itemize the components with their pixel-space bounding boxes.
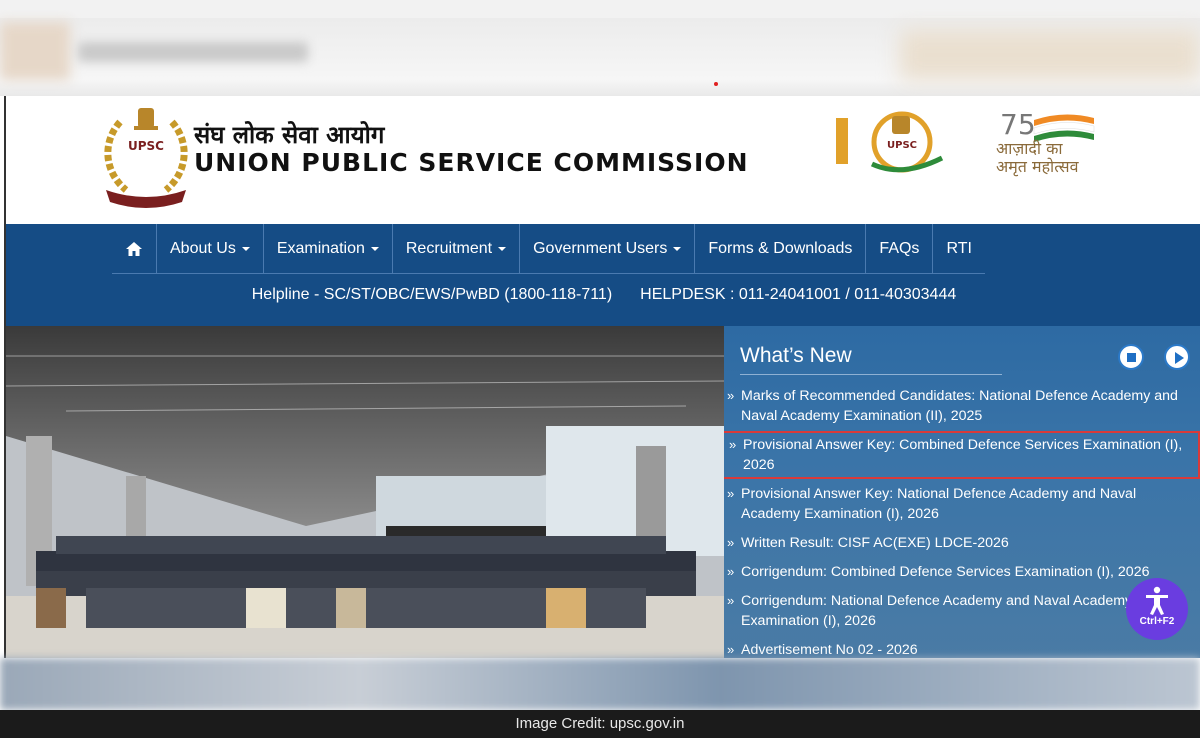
nav-rti[interactable]: RTI xyxy=(933,224,984,274)
nav-government-users[interactable]: Government Users xyxy=(520,224,696,274)
helpdesk-text: HELPDESK : 011-24041001 / 011-40303444 xyxy=(640,286,957,303)
helpline-row: Helpline - SC/ST/OBC/EWS/PwBD (1800-118-… xyxy=(6,286,1200,304)
news-item[interactable]: Corrigendum: Combined Defence Services E… xyxy=(724,562,1200,582)
blurred-title xyxy=(78,42,308,62)
caret-down-icon xyxy=(241,247,250,251)
caret-down-icon xyxy=(673,247,682,251)
amrit-line-2: अमृत महोत्सव xyxy=(996,157,1079,176)
red-dot xyxy=(714,82,718,86)
upsc-emblem-icon[interactable]: UPSC xyxy=(100,102,192,214)
news-item[interactable]: Provisional Answer Key: National Defence… xyxy=(724,484,1200,524)
nav-recruitment-label: Recruitment xyxy=(405,240,493,257)
nav-menu: About Us Examination Recruitment Governm… xyxy=(112,224,985,274)
amrit-mahotsav-text: आज़ादी का अमृत महोत्सव xyxy=(996,140,1079,176)
blurred-logo xyxy=(0,22,70,80)
accessibility-button[interactable]: Ctrl+F2 xyxy=(1126,578,1188,640)
site-header: UPSC संघ लोक सेवा आयोग UNION PUBLIC SERV… xyxy=(4,96,1200,224)
nav-about-us[interactable]: About Us xyxy=(157,224,264,274)
nav-faqs[interactable]: FAQs xyxy=(866,224,934,274)
news-item[interactable]: Marks of Recommended Candidates: Nationa… xyxy=(724,386,1200,426)
blurred-bottom-strip xyxy=(0,658,1200,710)
brand-hindi-name: संघ लोक सेवा आयोग xyxy=(194,121,385,149)
nav-faqs-label: FAQs xyxy=(879,240,920,257)
whats-new-title: What’s New xyxy=(740,344,852,367)
svg-text:75: 75 xyxy=(1000,108,1036,141)
browser-chrome-blurred xyxy=(0,0,1200,96)
news-item[interactable]: Written Result: CISF AC(EXE) LDCE-2026 xyxy=(724,533,1200,553)
group-photo-image xyxy=(6,326,724,658)
centenary-logo-icon: UPSC xyxy=(836,111,944,173)
blurred-banner xyxy=(900,30,1200,80)
news-item-highlighted[interactable]: Provisional Answer Key: Combined Defence… xyxy=(724,431,1200,479)
home-icon xyxy=(126,242,142,256)
nav-about-us-label: About Us xyxy=(170,240,236,257)
nav-rti-label: RTI xyxy=(946,240,972,257)
centenary-label: UPSC xyxy=(887,140,917,151)
emblem-label: UPSC xyxy=(128,139,164,153)
accessibility-icon xyxy=(1146,586,1168,615)
image-credit: Image Credit: upsc.gov.in xyxy=(0,710,1200,738)
nav-examination[interactable]: Examination xyxy=(264,224,393,274)
news-item[interactable]: Advertisement No 02 - 2026 xyxy=(724,640,1200,658)
amrit-line-1: आज़ादी का xyxy=(996,139,1063,158)
helpline-text: Helpline - SC/ST/OBC/EWS/PwBD (1800-118-… xyxy=(251,286,613,303)
play-icon[interactable] xyxy=(1164,344,1190,370)
nav-forms-downloads-label: Forms & Downloads xyxy=(708,240,853,257)
nav-recruitment[interactable]: Recruitment xyxy=(393,224,521,274)
nav-government-users-label: Government Users xyxy=(533,240,668,257)
accessibility-shortcut: Ctrl+F2 xyxy=(1139,616,1175,627)
caret-down-icon xyxy=(498,247,507,251)
group-photo xyxy=(4,326,724,658)
stop-icon[interactable] xyxy=(1118,344,1144,370)
title-underline xyxy=(740,374,1002,375)
nav-home[interactable] xyxy=(112,224,157,274)
brand-english-name: UNION PUBLIC SERVICE COMMISSION xyxy=(194,148,749,177)
nav-examination-label: Examination xyxy=(276,240,365,257)
caret-down-icon xyxy=(370,247,379,251)
nav-forms-downloads[interactable]: Forms & Downloads xyxy=(695,224,867,274)
main-navigation: About Us Examination Recruitment Governm… xyxy=(4,224,1200,326)
